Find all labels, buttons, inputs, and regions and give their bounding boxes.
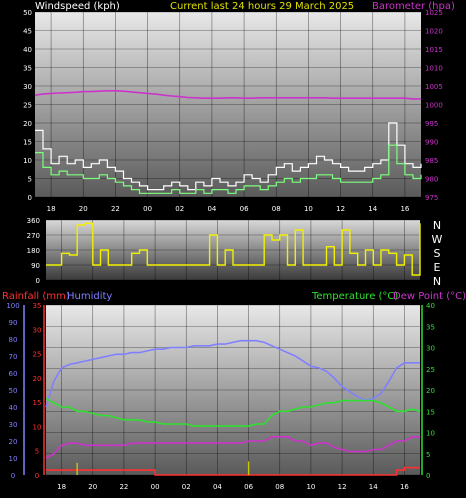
temperature-y-tick-label: 5	[426, 451, 430, 459]
temperature-x-tick-label: 10	[306, 483, 315, 491]
wind-x-tick-label: 14	[368, 205, 377, 213]
barometer-y-tick-label: 980	[425, 176, 438, 184]
direction-label-w: W	[432, 233, 443, 246]
humidity-y-tick-label: 90	[9, 319, 18, 327]
wind-x-tick-label: 00	[143, 205, 152, 213]
humidity-y-tick-label: 30	[9, 421, 18, 429]
rainfall-y-tick-label: 25	[33, 351, 42, 359]
humidity-y-tick-label: 40	[9, 404, 18, 412]
temperature-y-tick-label: 30	[426, 345, 435, 353]
dewpoint-legend: Dew Point (°C)	[393, 291, 466, 302]
temperature-x-tick-label: 12	[338, 483, 347, 491]
barometer-y-tick-label: 1005	[425, 83, 443, 91]
temperature-y-tick-label: 0	[426, 472, 430, 480]
wind-x-tick-label: 22	[111, 205, 120, 213]
wind-x-tick-label: 12	[336, 205, 345, 213]
wind-y-tick-label: 35	[23, 65, 32, 73]
direction-label-n-bottom: N	[433, 275, 441, 288]
wind-y-tick-label: 40	[23, 46, 32, 54]
direction-y-tick-label: 0	[36, 277, 40, 285]
weather-charts: Windspeed (kph) Current last 24 hours 29…	[2, 1, 466, 491]
direction-y-tick-label: 180	[27, 247, 40, 255]
wind-y-tick-label: 30	[23, 83, 32, 91]
temperature-x-tick-label: 00	[151, 483, 160, 491]
direction-label-n-top: N	[433, 219, 441, 232]
temperature-x-tick-label: 06	[244, 483, 253, 491]
temperature-y-tick-label: 20	[426, 387, 435, 395]
humidity-y-tick-label: 80	[9, 336, 18, 344]
wind-x-tick-label: 16	[400, 205, 409, 213]
wind-y-tick-label: 5	[28, 176, 32, 184]
wind-x-tick-label: 10	[304, 205, 313, 213]
temperature-y-tick-label: 35	[426, 323, 435, 331]
barometer-y-tick-label: 975	[425, 194, 438, 202]
temperature-x-tick-label: 20	[88, 483, 97, 491]
barometer-y-tick-label: 1015	[425, 46, 443, 54]
wind-y-tick-label: 10	[23, 157, 32, 165]
barometer-y-tick-label: 1025	[425, 9, 443, 17]
humidity-y-tick-label: 100	[6, 302, 19, 310]
humidity-y-tick-label: 10	[9, 455, 18, 463]
temperature-x-tick-label: 08	[275, 483, 284, 491]
humidity-y-tick-label: 20	[9, 438, 18, 446]
barometer-y-tick-label: 990	[425, 139, 438, 147]
temperature-x-tick-label: 02	[182, 483, 191, 491]
direction-y-tick-label: 270	[27, 232, 40, 240]
direction-y-tick-label: 90	[31, 262, 40, 270]
wind-x-tick-label: 04	[207, 205, 216, 213]
temperature-x-tick-label: 22	[119, 483, 128, 491]
barometer-y-tick-label: 995	[425, 120, 438, 128]
rainfall-y-tick-label: 10	[33, 423, 42, 431]
rainfall-y-tick-label: 5	[35, 448, 39, 456]
wind-y-tick-label: 50	[23, 9, 32, 17]
direction-y-tick-label: 360	[27, 217, 40, 225]
weather-chart-page: Windspeed (kph) Current last 24 hours 29…	[0, 0, 466, 498]
humidity-y-tick-label: 60	[9, 370, 18, 378]
temperature-y-tick-label: 10	[426, 430, 435, 438]
temperature-x-tick-label: 04	[213, 483, 222, 491]
direction-label-e: E	[434, 261, 441, 274]
humidity-y-tick-label: 0	[11, 472, 15, 480]
barometer-y-tick-label: 1010	[425, 65, 443, 73]
wind-x-tick-label: 08	[272, 205, 281, 213]
direction-label-s: S	[434, 247, 441, 260]
rainfall-y-tick-label: 20	[33, 375, 42, 383]
wind-x-tick-label: 20	[79, 205, 88, 213]
humidity-legend: Humidity	[67, 291, 112, 302]
temperature-legend: Temperature (°C)	[311, 291, 398, 302]
humidity-y-tick-label: 70	[9, 353, 18, 361]
wind-y-tick-label: 0	[28, 194, 32, 202]
temperature-y-tick-label: 15	[426, 408, 435, 416]
rainfall-legend: Rainfall (mm)	[2, 291, 70, 302]
wind-x-tick-label: 18	[47, 205, 56, 213]
rainfall-y-tick-label: 0	[35, 472, 39, 480]
barometer-y-tick-label: 985	[425, 157, 438, 165]
wind-y-tick-label: 15	[23, 139, 32, 147]
rainfall-y-tick-label: 30	[33, 326, 42, 334]
chart-title: Current last 24 hours 29 March 2025	[170, 1, 354, 12]
wind-x-tick-label: 02	[175, 205, 184, 213]
wind-y-tick-label: 20	[23, 120, 32, 128]
windspeed-axis-label: Windspeed (kph)	[35, 1, 120, 12]
temperature-x-tick-label: 14	[369, 483, 378, 491]
wind-y-tick-label: 25	[23, 102, 32, 110]
temperature-x-tick-label: 18	[57, 483, 66, 491]
humidity-y-tick-label: 50	[9, 387, 18, 395]
barometer-y-tick-label: 1000	[425, 102, 443, 110]
barometer-y-tick-label: 1020	[425, 28, 443, 36]
temperature-y-tick-label: 25	[426, 366, 435, 374]
rainfall-y-tick-label: 15	[33, 399, 42, 407]
temperature-y-tick-label: 40	[426, 302, 435, 310]
wind-x-tick-label: 06	[240, 205, 249, 213]
temperature-x-tick-label: 16	[400, 483, 409, 491]
wind-y-tick-label: 45	[23, 28, 32, 36]
rainfall-y-tick-label: 35	[33, 302, 42, 310]
